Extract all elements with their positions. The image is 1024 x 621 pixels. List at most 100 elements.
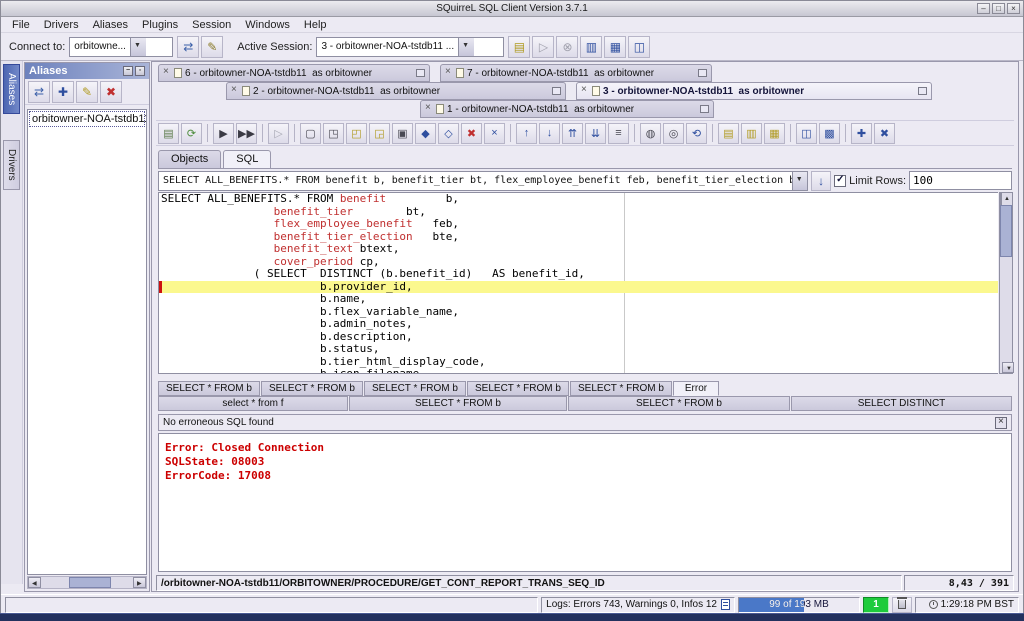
new-session-window-icon[interactable]: ◫ bbox=[628, 36, 650, 58]
close-tab-icon[interactable] bbox=[581, 87, 589, 96]
session-properties-icon[interactable]: ▤ bbox=[158, 123, 179, 144]
copy-sql-icon[interactable]: ▣ bbox=[392, 123, 413, 144]
close-tab-icon[interactable] bbox=[231, 87, 239, 96]
close-tab-icon[interactable] bbox=[445, 69, 453, 78]
connect-alias-button[interactable]: ⇄ bbox=[28, 81, 50, 103]
menu-plugins[interactable]: Plugins bbox=[135, 18, 185, 32]
menu-windows[interactable]: Windows bbox=[238, 18, 297, 32]
float-panel-icon[interactable]: ▫ bbox=[135, 66, 145, 76]
edit-alias-button[interactable]: ✎ bbox=[76, 81, 98, 103]
result-tab[interactable]: SELECT * FROM b bbox=[568, 396, 790, 411]
run-sql-icon[interactable]: ▶ bbox=[213, 123, 234, 144]
save-file-icon[interactable]: ◆ bbox=[415, 123, 436, 144]
result-tab[interactable]: SELECT * FROM b bbox=[349, 396, 567, 411]
scrollbar-thumb[interactable] bbox=[1000, 205, 1012, 257]
refresh-schema-icon[interactable]: ⟳ bbox=[181, 123, 202, 144]
session-tab[interactable]: 2 - orbitowner-NOA-tstdb11 as orbitowner bbox=[226, 82, 566, 100]
open-file-icon[interactable]: ◰ bbox=[346, 123, 367, 144]
add-alias-button[interactable]: ✚ bbox=[52, 81, 74, 103]
side-tab-aliases[interactable]: Aliases bbox=[3, 64, 20, 114]
close-tab-icon[interactable] bbox=[425, 105, 433, 114]
close-file-icon[interactable]: × bbox=[484, 123, 505, 144]
scroll-right-icon[interactable] bbox=[133, 577, 146, 588]
tab-sql[interactable]: SQL bbox=[223, 150, 271, 168]
close-session-window-icon[interactable]: ✖ bbox=[874, 123, 895, 144]
combo-arrow-icon[interactable] bbox=[792, 172, 807, 190]
session-tab[interactable]: 7 - orbitowner-NOA-tstdb11 as orbitowner bbox=[440, 64, 712, 82]
scroll-left-icon[interactable] bbox=[28, 577, 41, 588]
result-tab[interactable]: SELECT * FROM b bbox=[467, 381, 569, 396]
scrollbar-thumb[interactable] bbox=[69, 577, 111, 588]
view-logs-icon[interactable] bbox=[721, 599, 730, 610]
run-all-sql-icon[interactable]: ▶▶ bbox=[236, 123, 257, 144]
logs-summary[interactable]: Logs: Errors 743, Warnings 0, Infos 12 bbox=[541, 597, 735, 613]
menu-session[interactable]: Session bbox=[185, 18, 238, 32]
first-sql-icon[interactable]: ⇈ bbox=[562, 123, 583, 144]
menu-drivers[interactable]: Drivers bbox=[37, 18, 86, 32]
new-session-window-icon[interactable]: ✚ bbox=[851, 123, 872, 144]
run-sql-icon[interactable]: ▷ bbox=[532, 36, 554, 58]
next-sql-icon[interactable]: ↓ bbox=[539, 123, 560, 144]
maximize-button[interactable]: □ bbox=[992, 3, 1005, 14]
aliases-panel-header[interactable]: Aliases − ▫ bbox=[25, 63, 149, 79]
detach-tab-icon[interactable] bbox=[918, 87, 927, 95]
copy-sql-to-editor-icon[interactable]: ↓ bbox=[811, 171, 831, 191]
tile-windows-icon[interactable]: ▥ bbox=[580, 36, 602, 58]
alias-item[interactable]: orbitowner-NOA-tstdb11 bbox=[29, 111, 145, 127]
detach-tab-icon[interactable] bbox=[700, 105, 709, 113]
scroll-up-icon[interactable] bbox=[1000, 192, 1002, 206]
append-file-icon[interactable]: ◲ bbox=[369, 123, 390, 144]
find-icon[interactable]: ◍ bbox=[640, 123, 661, 144]
cascade-windows-icon[interactable]: ▩ bbox=[819, 123, 840, 144]
sql-worksheet-icon[interactable]: ▤ bbox=[508, 36, 530, 58]
combo-arrow-icon[interactable] bbox=[130, 38, 146, 56]
result-tab[interactable]: SELECT * FROM b bbox=[158, 381, 260, 396]
tab-objects[interactable]: Objects bbox=[158, 150, 221, 168]
result-tab[interactable]: SELECT * FROM b bbox=[261, 381, 363, 396]
result-tab-error[interactable]: Error bbox=[673, 381, 719, 396]
alias-horizontal-scrollbar[interactable] bbox=[27, 576, 147, 589]
editor-vertical-scrollbar[interactable] bbox=[999, 192, 1013, 374]
alias-list[interactable]: orbitowner-NOA-tstdb11 bbox=[27, 109, 147, 575]
detach-sql-tab-icon[interactable]: ◳ bbox=[323, 123, 344, 144]
result-tab[interactable]: SELECT DISTINCT bbox=[791, 396, 1012, 411]
unquote-sql-icon[interactable]: ▦ bbox=[764, 123, 785, 144]
last-sql-icon[interactable]: ⇊ bbox=[585, 123, 606, 144]
stop-sql-icon[interactable]: ▷ bbox=[268, 123, 289, 144]
menu-file[interactable]: File bbox=[5, 18, 37, 32]
format-sql-icon[interactable]: ▤ bbox=[718, 123, 739, 144]
cascade-windows-icon[interactable]: ▦ bbox=[604, 36, 626, 58]
sql-history-combo[interactable]: SELECT ALL_BENEFITS.* FROM benefit b, be… bbox=[158, 171, 808, 191]
scroll-down-icon[interactable] bbox=[1002, 362, 1014, 373]
result-tab[interactable]: SELECT * FROM b bbox=[570, 381, 672, 396]
delete-alias-button[interactable]: ✖ bbox=[100, 81, 122, 103]
quote-sql-icon[interactable]: ▥ bbox=[741, 123, 762, 144]
limit-rows-checkbox[interactable] bbox=[834, 175, 846, 187]
limit-rows-input[interactable] bbox=[909, 171, 1012, 190]
menu-help[interactable]: Help bbox=[297, 18, 334, 32]
result-tab[interactable]: SELECT * FROM b bbox=[364, 381, 466, 396]
connect-alias-icon[interactable]: ⇄ bbox=[177, 36, 199, 58]
sql-editor[interactable]: SELECT ALL_BENEFITS.* FROM benefit b, be… bbox=[158, 192, 998, 374]
menu-aliases[interactable]: Aliases bbox=[86, 18, 135, 32]
close-message-icon[interactable] bbox=[995, 417, 1007, 429]
active-session-combo[interactable]: 3 - orbitowner-NOA-tstdb11 ... bbox=[316, 37, 504, 57]
delete-file-icon[interactable]: ✖ bbox=[461, 123, 482, 144]
combo-arrow-icon[interactable] bbox=[458, 38, 474, 56]
title-bar[interactable]: SQuirreL SQL Client Version 3.7.1 –□× bbox=[1, 1, 1023, 17]
save-as-file-icon[interactable]: ◇ bbox=[438, 123, 459, 144]
close-button[interactable]: × bbox=[1007, 3, 1020, 14]
session-tab[interactable]: 1 - orbitowner-NOA-tstdb11 as orbitowner bbox=[420, 100, 714, 118]
detach-tab-icon[interactable] bbox=[416, 69, 425, 77]
previous-sql-icon[interactable]: ↑ bbox=[516, 123, 537, 144]
garbage-collect-button[interactable] bbox=[892, 597, 912, 613]
session-tab[interactable]: 3 - orbitowner-NOA-tstdb11 as orbitowner bbox=[576, 82, 932, 100]
result-tab[interactable]: select * from f bbox=[158, 396, 348, 411]
close-session-icon[interactable]: ⊗ bbox=[556, 36, 578, 58]
tile-windows-icon[interactable]: ◫ bbox=[796, 123, 817, 144]
side-tab-drivers[interactable]: Drivers bbox=[3, 140, 20, 190]
minimize-panel-icon[interactable]: − bbox=[123, 66, 133, 76]
detach-tab-icon[interactable] bbox=[698, 69, 707, 77]
memory-gauge[interactable]: 99 of 193 MB 99 of 193 MB bbox=[738, 597, 860, 613]
close-tab-icon[interactable] bbox=[163, 69, 171, 78]
